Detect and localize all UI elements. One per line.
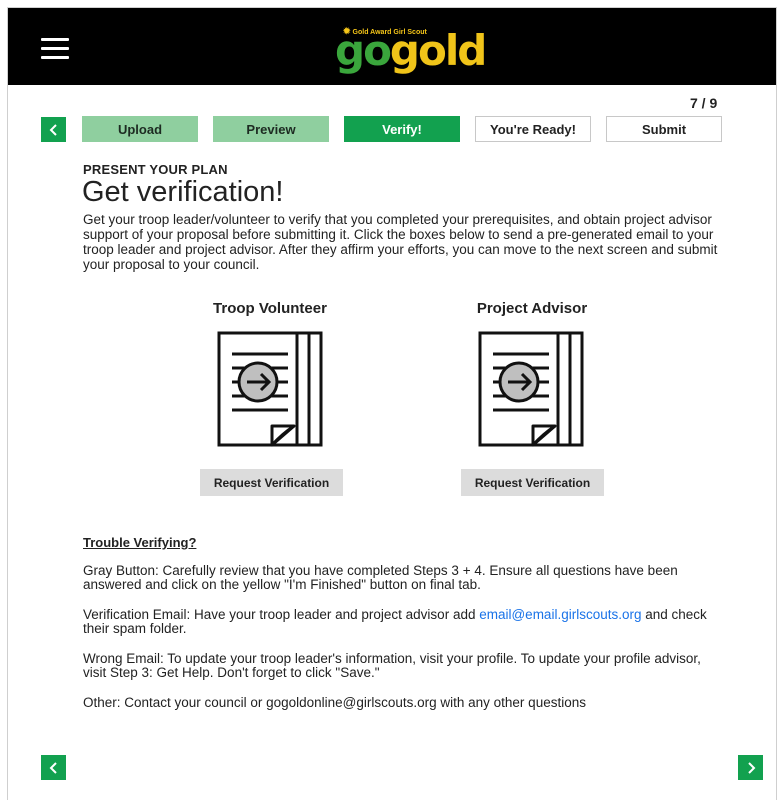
step-submit[interactable]: Submit	[606, 116, 722, 142]
request-verification-troop-button[interactable]: Request Verification	[200, 469, 343, 496]
prev-page-button[interactable]	[41, 755, 66, 780]
section-label: PRESENT YOUR PLAN	[83, 162, 228, 177]
step-verify[interactable]: Verify!	[344, 116, 460, 142]
email-link[interactable]: email@email.girlscouts.org	[479, 607, 641, 622]
chevron-left-icon	[49, 123, 57, 136]
gray-button-help: Gray Button: Carefully review that you h…	[83, 563, 678, 592]
step-counter: 7 / 9	[690, 95, 718, 111]
wrong-email-help: Wrong Email: To update your troop leader…	[83, 651, 701, 680]
chevron-right-icon	[747, 761, 755, 774]
step-preview[interactable]: Preview	[213, 116, 329, 142]
top-bar: ✹ Gold Award Girl Scout gogold	[8, 8, 776, 85]
next-page-button[interactable]	[738, 755, 763, 780]
prev-step-button[interactable]	[41, 117, 66, 142]
gogold-logo[interactable]: ✹ Gold Award Girl Scout gogold	[335, 24, 487, 80]
document-arrow-icon[interactable]	[216, 330, 328, 448]
step-youre-ready[interactable]: You're Ready!	[475, 116, 591, 142]
request-verification-advisor-button[interactable]: Request Verification	[461, 469, 604, 496]
troop-volunteer-title: Troop Volunteer	[213, 300, 327, 317]
page-title: Get verification!	[82, 176, 284, 208]
step-upload[interactable]: Upload	[82, 116, 198, 142]
intro-text: Get your troop leader/volunteer to verif…	[83, 212, 718, 272]
chevron-left-icon	[49, 761, 57, 774]
hamburger-menu-icon[interactable]	[41, 38, 69, 60]
project-advisor-title: Project Advisor	[476, 300, 588, 317]
trouble-verifying-heading: Trouble Verifying?	[83, 535, 197, 550]
document-arrow-icon[interactable]	[477, 330, 589, 448]
verification-email-help: Verification Email: Have your troop lead…	[83, 608, 718, 636]
logo-wordmark: gogold	[335, 26, 487, 75]
verification-email-prefix: Verification Email: Have your troop lead…	[83, 607, 480, 622]
other-help: Other: Contact your council or gogoldonl…	[83, 695, 586, 710]
